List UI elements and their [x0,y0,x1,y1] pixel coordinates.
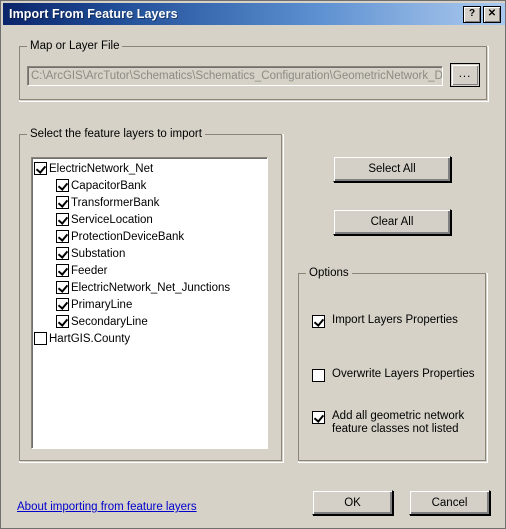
list-item[interactable]: ElectricNetwork_Net [34,160,267,177]
close-icon[interactable]: ✕ [483,6,501,23]
checkbox-icon[interactable] [312,369,325,382]
list-item-label: ElectricNetwork_Net_Junctions [71,281,231,294]
ok-button[interactable]: OK [312,490,393,515]
list-item-label: SecondaryLine [71,315,148,328]
checkbox-icon[interactable] [56,179,69,192]
checkbox-icon[interactable] [56,315,69,328]
list-item-label: ElectricNetwork_Net [49,162,154,175]
list-item-label: CapacitorBank [71,179,147,192]
list-item[interactable]: TransformerBank [34,194,267,211]
clear-all-button[interactable]: Clear All [333,209,451,235]
title-bar-buttons: ? ✕ [463,6,501,23]
help-icon[interactable]: ? [463,6,481,23]
option-import-layers-properties[interactable]: Import Layers Properties [312,314,458,328]
checkbox-icon[interactable] [34,332,47,345]
checkbox-icon[interactable] [56,281,69,294]
checkbox-icon[interactable] [56,264,69,277]
browse-button[interactable]: ... [450,63,480,87]
list-item[interactable]: SecondaryLine [34,313,267,330]
about-importing-link[interactable]: About importing from feature layers [17,501,197,513]
list-item[interactable]: Substation [34,245,267,262]
option-label: Overwrite Layers Properties [332,368,475,380]
list-item-label: TransformerBank [71,196,160,209]
option-overwrite-layers-properties[interactable]: Overwrite Layers Properties [312,368,475,382]
list-item-label: PrimaryLine [71,298,133,311]
browse-button-label: ... [452,65,478,85]
feature-layers-list[interactable]: ElectricNetwork_Net CapacitorBank Transfor… [31,157,268,449]
list-item[interactable]: ServiceLocation [34,211,267,228]
option-label: Add all geometric network feature classe… [332,410,465,435]
list-item-label: Feeder [71,264,108,277]
list-item[interactable]: CapacitorBank [34,177,267,194]
window-title: Import From Feature Layers [9,7,178,21]
list-item-label: ProtectionDeviceBank [71,230,185,243]
map-or-layer-file-group-label: Map or Layer File [27,40,123,52]
feature-layers-group-label: Select the feature layers to import [27,128,205,140]
checkbox-icon[interactable] [56,196,69,209]
import-from-feature-layers-dialog: Import From Feature Layers ? ✕ Map or La… [0,0,506,529]
list-item[interactable]: HartGIS.County [34,330,267,347]
options-group-label: Options [306,267,352,279]
list-item-label: Substation [71,247,126,260]
checkbox-icon[interactable] [34,162,47,175]
checkbox-icon[interactable] [56,298,69,311]
checkbox-icon[interactable] [56,230,69,243]
list-item[interactable]: ElectricNetwork_Net_Junctions [34,279,267,296]
checkbox-icon[interactable] [312,411,325,424]
cancel-button[interactable]: Cancel [409,490,490,515]
list-item-label: ServiceLocation [71,213,153,226]
map-or-layer-file-path-input[interactable]: C:\ArcGIS\ArcTutor\Schematics\Schematics… [27,66,443,86]
checkbox-icon[interactable] [56,213,69,226]
list-item[interactable]: ProtectionDeviceBank [34,228,267,245]
list-item-label: HartGIS.County [49,332,131,345]
option-label: Import Layers Properties [332,314,458,326]
list-item[interactable]: Feeder [34,262,267,279]
title-bar[interactable]: Import From Feature Layers ? ✕ [3,3,505,25]
select-all-button[interactable]: Select All [333,156,451,182]
option-add-all-geometric-network-feature-classes[interactable]: Add all geometric network feature classe… [312,410,464,436]
list-item[interactable]: PrimaryLine [34,296,267,313]
checkbox-icon[interactable] [312,315,325,328]
checkbox-icon[interactable] [56,247,69,260]
